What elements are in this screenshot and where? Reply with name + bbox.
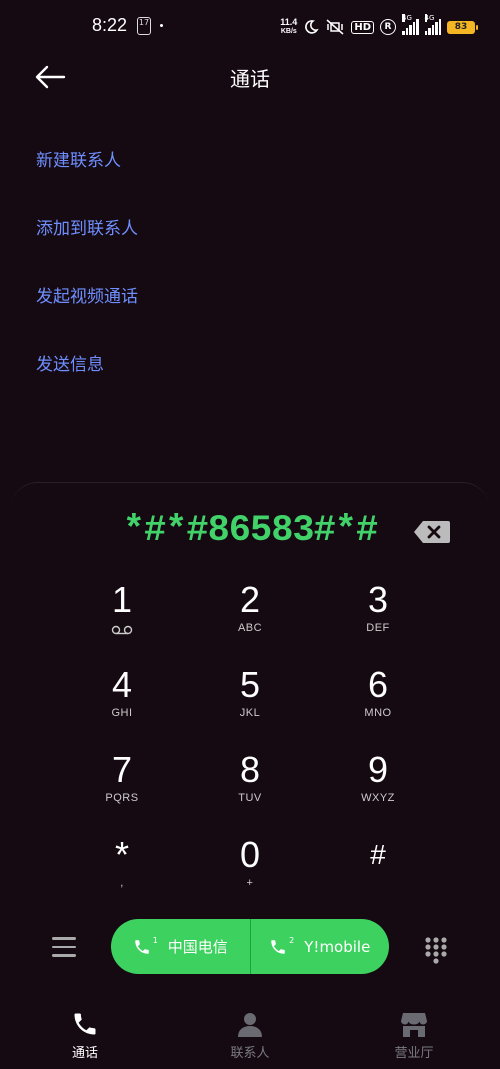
- nav-label: 通话: [71, 1046, 98, 1061]
- key-digit: 8: [239, 749, 261, 790]
- call-sim2-button[interactable]: 2 Y!mobile: [249, 919, 390, 974]
- nav-label: 营业厅: [394, 1046, 434, 1061]
- key-digit: 0: [239, 834, 261, 875]
- video-call-option[interactable]: 发起视频通话: [36, 276, 138, 344]
- key-letters: JKL: [239, 707, 261, 719]
- dialpad-icon: [425, 937, 447, 964]
- key-digit: 3: [367, 579, 389, 620]
- hamburger-menu-icon[interactable]: [52, 937, 76, 961]
- status-time: 8:22: [92, 15, 128, 35]
- key-8[interactable]: 8 TUV: [195, 750, 305, 822]
- person-icon: [238, 1013, 262, 1037]
- keypad-panel: [10, 482, 490, 993]
- key-letters: TUV: [238, 792, 262, 804]
- signal-icon-sim1: 4G: [402, 14, 419, 35]
- backspace-icon: [414, 521, 450, 543]
- nav-tab-contacts[interactable]: 联系人: [190, 1010, 310, 1061]
- key-hash[interactable]: #: [323, 835, 433, 907]
- status-icons: 11.4 KB/s HD R 4G 4G 83: [280, 14, 478, 38]
- sim-number: 1: [152, 936, 158, 945]
- mute-vibrate-icon: [326, 19, 344, 35]
- more-notifications-dot: [160, 24, 163, 27]
- key-digit: 9: [367, 749, 389, 790]
- key-2[interactable]: 2 ABC: [195, 580, 305, 652]
- key-letters: PQRS: [105, 792, 139, 804]
- key-digit: #: [370, 839, 386, 870]
- network-type-sim2: 4G: [424, 14, 435, 22]
- hd-icon: HD: [351, 20, 374, 34]
- key-7[interactable]: 7 PQRS: [67, 750, 177, 822]
- call-buttons: 1 中国电信 2 Y!mobile: [111, 919, 389, 974]
- notification-icon: 17: [137, 17, 151, 35]
- network-speed-unit: KB/s: [280, 28, 297, 35]
- key-letters: GHI: [111, 707, 133, 719]
- key-digit: *: [114, 834, 129, 875]
- phone-icon: [271, 939, 285, 954]
- key-6[interactable]: 6 MNO: [323, 665, 433, 737]
- key-letters: WXYZ: [361, 792, 395, 804]
- send-message-option[interactable]: 发送信息: [36, 344, 138, 412]
- key-letters: ,: [120, 877, 124, 889]
- key-digit: 2: [239, 579, 261, 620]
- key-9[interactable]: 9 WXYZ: [323, 750, 433, 822]
- carrier-label: 中国电信: [167, 938, 228, 956]
- key-letters: +: [246, 877, 254, 889]
- key-digit: 5: [239, 664, 261, 705]
- page-title: 通话: [230, 67, 270, 91]
- bottom-nav: 通话 联系人 营业厅: [0, 1010, 500, 1069]
- carrier-label: Y!mobile: [304, 937, 371, 956]
- nav-tab-calls[interactable]: 通话: [25, 1010, 145, 1061]
- key-0[interactable]: 0 +: [195, 835, 305, 907]
- key-digit: 4: [111, 664, 133, 705]
- sim-number: 2: [289, 936, 295, 945]
- key-letters: ABC: [237, 622, 263, 634]
- dialpad-toggle-icon[interactable]: [424, 936, 448, 964]
- key-digit: 7: [111, 749, 133, 790]
- key-1[interactable]: 1: [67, 580, 177, 652]
- store-icon: [401, 1013, 427, 1037]
- nav-tab-service-hall[interactable]: 营业厅: [354, 1010, 474, 1061]
- new-contact-option[interactable]: 新建联系人: [36, 140, 138, 208]
- call-sim1-button[interactable]: 1 中国电信: [111, 919, 250, 974]
- battery-icon: 83: [447, 20, 478, 34]
- signal-icon-sim2: 4G: [424, 14, 441, 35]
- backspace-button[interactable]: [413, 520, 451, 544]
- network-speed: 11.4 KB/s: [280, 18, 297, 36]
- roaming-icon: R: [380, 19, 396, 35]
- key-4[interactable]: 4 GHI: [67, 665, 177, 737]
- add-to-contact-option[interactable]: 添加到联系人: [36, 208, 138, 276]
- key-digit: 1: [111, 579, 133, 620]
- key-3[interactable]: 3 DEF: [323, 580, 433, 652]
- phone-icon: [134, 939, 149, 954]
- phone-icon: [74, 1013, 96, 1035]
- options-menu: 新建联系人 添加到联系人 发起视频通话 发送信息: [36, 140, 138, 412]
- voicemail-icon: [111, 625, 133, 635]
- key-letters: MNO: [364, 707, 392, 719]
- status-bar: 8:22 17 11.4 KB/s HD R 4G 4G 83: [0, 0, 500, 54]
- nav-label: 联系人: [230, 1046, 270, 1061]
- key-digit: 6: [367, 664, 389, 705]
- key-letters: DEF: [366, 622, 390, 634]
- key-star[interactable]: * ,: [67, 835, 177, 907]
- network-type-sim1: 4G: [402, 14, 412, 22]
- moon-icon: [305, 20, 320, 34]
- key-5[interactable]: 5 JKL: [195, 665, 305, 737]
- network-speed-value: 11.4: [280, 17, 298, 27]
